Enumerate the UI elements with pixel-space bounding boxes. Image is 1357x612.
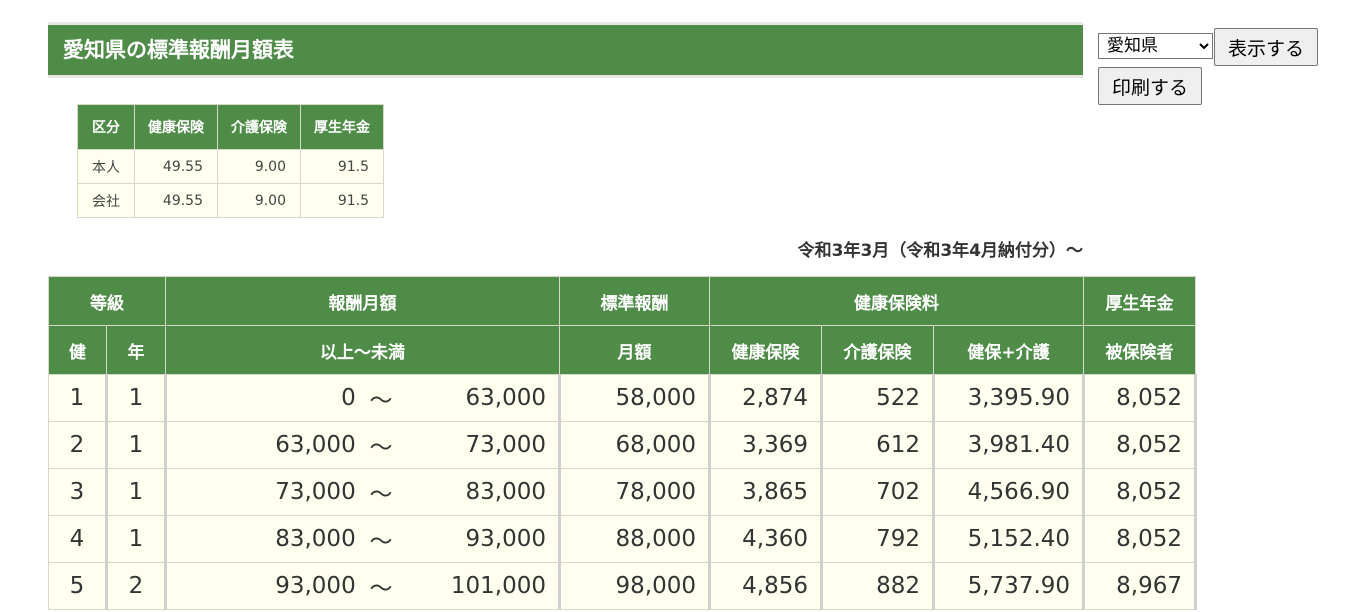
standard-cell: 78,000: [559, 468, 711, 516]
health-care-cell: 5,152.40: [932, 515, 1086, 563]
range-tilde: ～: [369, 435, 393, 461]
page-title-bar: 愛知県の標準報酬月額表: [48, 22, 1083, 78]
header-pension: 厚生年金: [1083, 276, 1197, 326]
rate-header-care: 介護保険: [217, 104, 301, 150]
range-cell: 83,000 ～ 93,000: [165, 515, 561, 563]
range-cell: 0 ～ 63,000: [165, 374, 561, 422]
standard-cell: 98,000: [559, 562, 711, 610]
header-standard: 標準報酬: [559, 276, 710, 326]
header-range: 以上～未満: [165, 325, 560, 375]
header-remuneration: 報酬月額: [165, 276, 560, 326]
table-row: 5 2 93,000 ～ 101,000 98,000 4,856 882 5,737.90 8,…: [48, 562, 1198, 610]
care-cell: 522: [821, 374, 935, 422]
rate-header-pension: 厚生年金: [300, 104, 384, 150]
show-button[interactable]: 表示する: [1214, 28, 1318, 66]
pension-cell: 8,052: [1083, 421, 1198, 469]
health-cell: 4,360: [709, 515, 823, 563]
grade-nen-cell: 1: [106, 515, 167, 563]
page-title: 愛知県の標準報酬月額表: [63, 38, 294, 62]
rate-health: 49.55: [134, 183, 218, 218]
range-cell: 73,000 ～ 83,000: [165, 468, 561, 516]
pension-cell: 8,052: [1083, 374, 1198, 422]
premium-table-body: 1 1 0 ～ 63,000 58,000 2,874 522 3,395.90 8,052 2 1 6…: [48, 374, 1198, 610]
standard-cell: 58,000: [559, 374, 711, 422]
grade-ken-cell: 4: [48, 515, 108, 563]
rate-header-health: 健康保険: [134, 104, 218, 150]
header-insured: 被保険者: [1083, 325, 1197, 375]
range-from: 0: [341, 385, 356, 411]
health-care-cell: 3,981.40: [932, 421, 1086, 469]
header-health-care: 健保+介護: [932, 325, 1085, 375]
prefecture-select[interactable]: 愛知県: [1098, 33, 1213, 59]
health-cell: 2,874: [709, 374, 823, 422]
header-grade: 等級: [48, 276, 166, 326]
header-health: 健康保険: [709, 325, 822, 375]
premium-table: 等級 報酬月額 標準報酬 健康保険料 厚生年金 健 年 以上～未満 月額 健康保…: [48, 276, 1198, 610]
table-row: 4 1 83,000 ～ 93,000 88,000 4,360 792 5,152.40 8,0…: [48, 515, 1198, 563]
table-row: 1 1 0 ～ 63,000 58,000 2,874 522 3,395.90 8,052: [48, 374, 1198, 422]
table-row: 3 1 73,000 ～ 83,000 78,000 3,865 702 4,566.90 8,0…: [48, 468, 1198, 516]
range-tilde: ～: [369, 482, 393, 508]
range-from: 73,000: [275, 479, 356, 505]
range-from: 63,000: [275, 432, 356, 458]
range-cell: 93,000 ～ 101,000: [165, 562, 561, 610]
range-cell: 63,000 ～ 73,000: [165, 421, 561, 469]
grade-nen-cell: 1: [106, 468, 167, 516]
header-monthly: 月額: [559, 325, 710, 375]
health-care-cell: 5,737.90: [932, 562, 1086, 610]
rate-label: 本人: [77, 149, 135, 184]
range-to: 73,000: [465, 432, 546, 458]
pension-cell: 8,967: [1083, 562, 1198, 610]
grade-ken-cell: 2: [48, 421, 108, 469]
standard-cell: 88,000: [559, 515, 711, 563]
grade-nen-cell: 2: [106, 562, 167, 610]
pension-cell: 8,052: [1083, 515, 1198, 563]
rate-header-category: 区分: [77, 104, 135, 150]
rate-row-self: 本人 49.55 9.00 91.5: [77, 149, 384, 184]
range-from: 83,000: [275, 526, 356, 552]
care-cell: 612: [821, 421, 935, 469]
rate-row-company: 会社 49.55 9.00 91.5: [77, 183, 384, 218]
care-cell: 702: [821, 468, 935, 516]
range-tilde: ～: [369, 388, 393, 414]
print-button[interactable]: 印刷する: [1098, 67, 1202, 105]
range-to: 83,000: [465, 479, 546, 505]
header-ken: 健: [48, 325, 107, 375]
grade-nen-cell: 1: [106, 374, 167, 422]
grade-ken-cell: 1: [48, 374, 108, 422]
rate-table-header: 区分 健康保険 介護保険 厚生年金: [77, 104, 384, 150]
grade-ken-cell: 5: [48, 562, 108, 610]
pension-cell: 8,052: [1083, 468, 1198, 516]
range-to: 101,000: [450, 573, 546, 599]
standard-cell: 68,000: [559, 421, 711, 469]
premium-header-row-1: 等級 報酬月額 標準報酬 健康保険料 厚生年金: [48, 276, 1197, 326]
header-care: 介護保険: [821, 325, 934, 375]
rate-label: 会社: [77, 183, 135, 218]
period-label: 令和3年3月（令和3年4月納付分）～: [797, 241, 1083, 261]
range-to: 63,000: [465, 385, 546, 411]
table-row: 2 1 63,000 ～ 73,000 68,000 3,369 612 3,981.40 8,0…: [48, 421, 1198, 469]
rate-care: 9.00: [217, 183, 301, 218]
range-from: 93,000: [275, 573, 356, 599]
range-to: 93,000: [465, 526, 546, 552]
health-care-cell: 3,395.90: [932, 374, 1086, 422]
premium-header-row-2: 健 年 以上～未満 月額 健康保険 介護保険 健保+介護 被保険者: [48, 325, 1197, 375]
rate-pension: 91.5: [300, 149, 384, 184]
header-nen: 年: [106, 325, 166, 375]
health-cell: 3,865: [709, 468, 823, 516]
care-cell: 792: [821, 515, 935, 563]
rate-table: 区分 健康保険 介護保険 厚生年金 本人 49.55 9.00 91.5 会社 …: [77, 104, 384, 218]
range-tilde: ～: [369, 529, 393, 555]
rate-care: 9.00: [217, 149, 301, 184]
health-cell: 3,369: [709, 421, 823, 469]
care-cell: 882: [821, 562, 935, 610]
rate-health: 49.55: [134, 149, 218, 184]
grade-ken-cell: 3: [48, 468, 108, 516]
health-cell: 4,856: [709, 562, 823, 610]
health-care-cell: 4,566.90: [932, 468, 1086, 516]
header-health-premium: 健康保険料: [708, 276, 1085, 326]
grade-nen-cell: 1: [106, 421, 167, 469]
rate-pension: 91.5: [300, 183, 384, 218]
range-tilde: ～: [369, 576, 393, 602]
